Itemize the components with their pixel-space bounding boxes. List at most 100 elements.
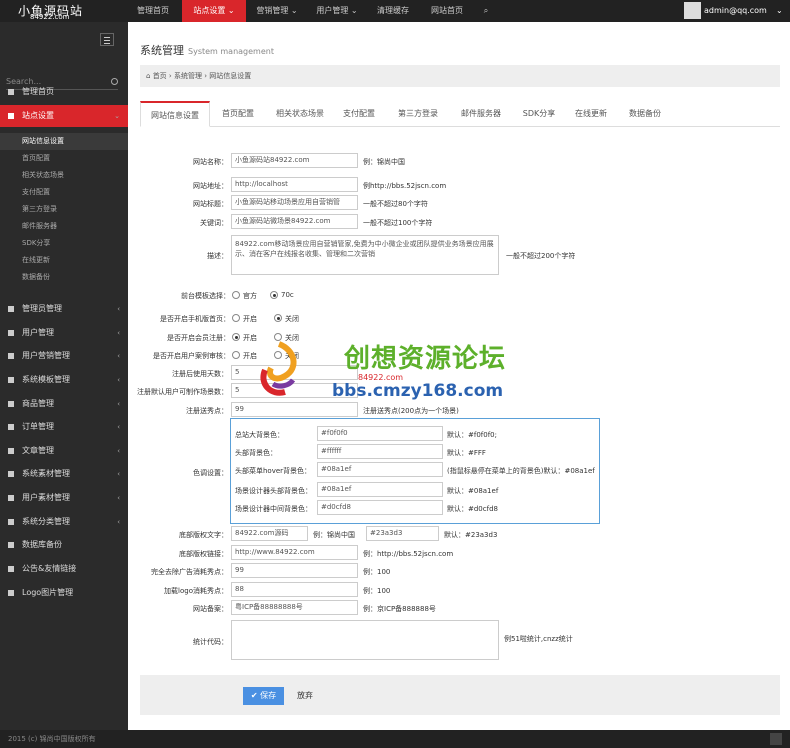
search-icon[interactable]: ⌕ — [478, 0, 494, 22]
color-designer-header-input[interactable]: #08a1ef — [317, 482, 443, 497]
keywords-hint: 一般不超过100个字符 — [363, 219, 433, 227]
topnav-site-home[interactable]: 网站首页 — [426, 0, 468, 22]
template-option-official[interactable]: 官方 — [232, 291, 257, 301]
cart-icon — [8, 424, 14, 430]
color-row-hint: (指鼠标悬停在菜单上的背景色)默认：#08a1ef — [447, 467, 595, 475]
site-title-input[interactable]: 小鱼源码站移动场景应用自营销管 — [231, 195, 358, 210]
tab-sdk-share[interactable]: SDK分享 — [518, 101, 560, 127]
sidebar-item-label: Logo图片管理 — [22, 588, 74, 597]
sidebar-item-admins[interactable]: 管理员管理 ‹ — [0, 298, 128, 320]
topnav-site-settings[interactable]: 站点设置 ⌄ — [182, 0, 246, 22]
save-button-label: 保存 — [260, 691, 277, 700]
breadcrumb-home[interactable]: 首页 — [153, 72, 167, 80]
template-option-70c[interactable]: 70c — [270, 291, 294, 299]
sidebar-item-articles[interactable]: 文章管理 ‹ — [0, 440, 128, 462]
sidebar-sub-site-info[interactable]: 网站信息设置 — [0, 133, 128, 150]
cancel-button[interactable]: 放弃 — [297, 687, 313, 705]
tab-scene-status[interactable]: 相关状态场景 — [268, 101, 332, 127]
tab-online-update[interactable]: 在线更新 — [570, 101, 612, 127]
sidebar-item-templates[interactable]: 系统模板管理 ‹ — [0, 369, 128, 391]
sidebar-item-user-assets[interactable]: 用户素材管理 ‹ — [0, 487, 128, 509]
gear-icon — [8, 113, 14, 119]
sidebar-item-notices-links[interactable]: 公告&友情链接 — [0, 558, 128, 580]
topnav-home[interactable]: 管理首页 — [128, 0, 178, 22]
chevron-down-icon: ⌄ — [227, 6, 235, 15]
footer-text-input[interactable]: 84922.com源码 — [231, 526, 308, 541]
tab-mail-server[interactable]: 邮件服务器 — [454, 101, 508, 127]
user-menu[interactable]: admin@qq.com ⌄ — [684, 0, 790, 22]
logo[interactable]: 小鱼源码站 84922.com — [0, 0, 128, 22]
footer-text-color-input[interactable]: #23a3d3 — [366, 526, 439, 541]
stats-code-textarea[interactable] — [231, 620, 499, 660]
tab-site-info[interactable]: 网站信息设置 — [140, 101, 210, 127]
color-menu-hover-input[interactable]: #08a1ef — [317, 462, 443, 477]
add-logo-input[interactable]: 88 — [231, 582, 358, 597]
tab-home-config[interactable]: 首页配置 — [214, 101, 262, 127]
mobile-home-off[interactable]: 关闭 — [274, 314, 299, 324]
watermark-title: 创想资源论坛 — [344, 344, 507, 374]
topnav-clear-cache[interactable]: 清理缓存 — [372, 0, 414, 22]
radio-label: 70c — [281, 291, 294, 299]
sidebar-item-label: 订单管理 — [22, 422, 54, 431]
save-button[interactable]: ✔ 保存 — [243, 687, 284, 705]
folder-icon — [8, 519, 14, 525]
sidebar-sub-online-update[interactable]: 在线更新 — [0, 252, 128, 269]
template-icon — [8, 377, 14, 383]
topnav-marketing[interactable]: 营销管理 ⌄ — [248, 0, 306, 22]
description-textarea[interactable]: 84922.com移动场景应用自营销管家,免费为中小微企业或团队提供业务场景应用… — [231, 235, 499, 275]
color-designer-middle-input[interactable]: #d0cfd8 — [317, 500, 443, 515]
color-bg-input[interactable]: #f0f0f0 — [317, 426, 443, 441]
sidebar-item-user-marketing[interactable]: 用户营销管理 ‹ — [0, 345, 128, 367]
sidebar-item-categories[interactable]: 系统分类管理 ‹ — [0, 511, 128, 533]
icp-input[interactable]: 粤ICP备88888888号 — [231, 600, 358, 615]
keywords-label: 关键词： — [200, 219, 228, 227]
watermark: 创想资源论坛 84922.com bbs.cmzy168.com — [250, 335, 540, 415]
sidebar-sub-payment[interactable]: 支付配置 — [0, 184, 128, 201]
chevron-right-icon: ‹ — [117, 352, 120, 360]
sidebar-item-label: 公告&友情链接 — [22, 564, 77, 573]
sidebar-sub-mail-server[interactable]: 邮件服务器 — [0, 218, 128, 235]
keywords-input[interactable]: 小鱼源码站微场景84922.com — [231, 214, 358, 229]
sidebar-sub-third-party-login[interactable]: 第三方登录 — [0, 201, 128, 218]
mobile-home-on[interactable]: 开启 — [232, 314, 257, 324]
radio-checked-icon — [270, 291, 278, 299]
sidebar-item-orders[interactable]: 订单管理 ‹ — [0, 416, 128, 438]
tab-third-party-login[interactable]: 第三方登录 — [392, 101, 444, 127]
sidebar-item-label: 用户管理 — [22, 328, 54, 337]
sidebar-item-logo-images[interactable]: Logo图片管理 — [0, 582, 128, 604]
tab-payment[interactable]: 支付配置 — [338, 101, 380, 127]
template-label: 前台模板选择： — [181, 292, 230, 300]
sidebar-sub-sdk-share[interactable]: SDK分享 — [0, 235, 128, 252]
topnav-users[interactable]: 用户管理 ⌄ — [308, 0, 366, 22]
sidebar-item-home[interactable]: 管理首页 — [0, 81, 128, 103]
document-icon — [8, 448, 14, 454]
menu-toggle-icon[interactable] — [100, 33, 114, 46]
color-header-input[interactable]: #ffffff — [317, 444, 443, 459]
footer-text-hint: 例：锦尚中国 — [313, 531, 355, 539]
site-name-label: 网站名称： — [193, 158, 228, 166]
radio-icon — [232, 291, 240, 299]
sidebar-item-users[interactable]: 用户管理 ‹ — [0, 322, 128, 344]
color-row-label: 头部背景色： — [235, 449, 277, 457]
scroll-top-icon[interactable] — [770, 733, 782, 745]
site-name-hint: 例：锦尚中国 — [363, 158, 405, 166]
chevron-right-icon: ‹ — [117, 518, 120, 526]
sidebar-item-products[interactable]: 商品管理 ‹ — [0, 393, 128, 415]
sidebar-sub-home-config[interactable]: 首页配置 — [0, 150, 128, 167]
sidebar-item-system-assets[interactable]: 系统素材管理 ‹ — [0, 463, 128, 485]
sidebar-sub-data-backup[interactable]: 数据备份 — [0, 269, 128, 286]
site-url-input[interactable]: http://localhost — [231, 177, 358, 192]
sidebar-item-label: 管理首页 — [22, 87, 54, 96]
topnav-users-label: 用户管理 — [316, 6, 349, 15]
remove-ad-input[interactable]: 99 — [231, 563, 358, 578]
tab-data-backup[interactable]: 数据备份 — [624, 101, 666, 127]
add-logo-label: 加载logo消耗秀点： — [164, 587, 228, 595]
box-icon — [8, 401, 14, 407]
sidebar-sub-scene-status[interactable]: 相关状态场景 — [0, 167, 128, 184]
site-name-input[interactable]: 小鱼源码站84922.com — [231, 153, 358, 168]
sidebar-item-site-settings[interactable]: 站点设置 ⌄ — [0, 105, 128, 127]
sidebar-item-db-backup[interactable]: 数据库备份 — [0, 534, 128, 556]
footer-link-input[interactable]: http://www.84922.com — [231, 545, 358, 560]
breadcrumb-system[interactable]: 系统管理 — [174, 72, 202, 80]
page-title-text: 系统管理 — [140, 44, 184, 57]
